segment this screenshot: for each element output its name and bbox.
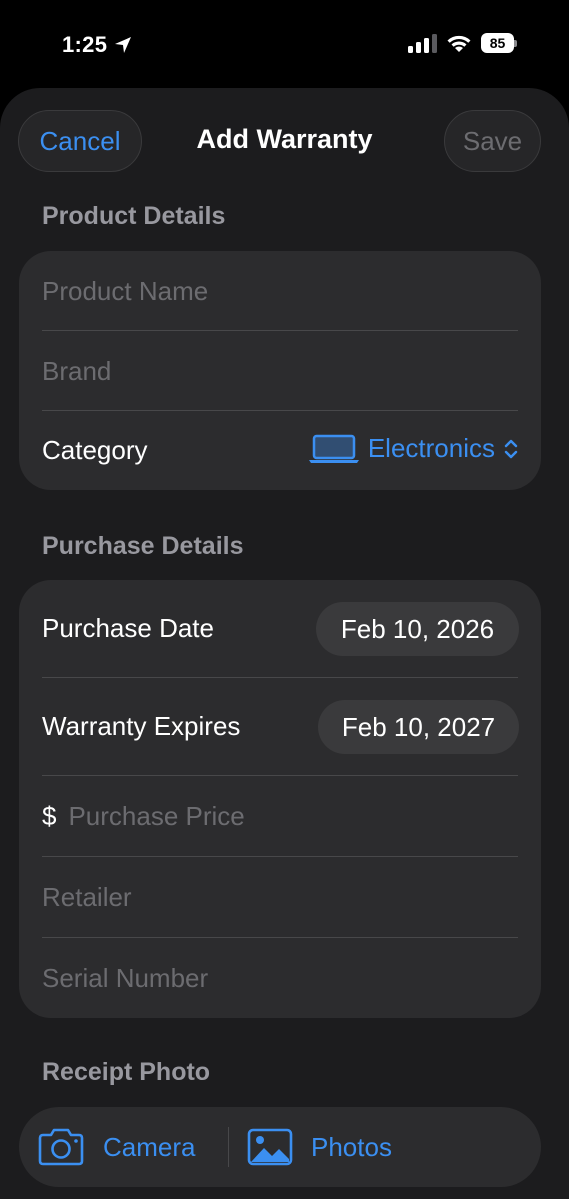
battery-level: 85 [481, 33, 514, 53]
receipt-divider [228, 1127, 229, 1167]
category-value: Electronics [367, 433, 495, 463]
photos-button[interactable]: Photos [247, 1107, 392, 1187]
warranty-expires-picker[interactable]: Feb 10, 2027 [318, 700, 519, 754]
receipt-photo-card: Camera Photos [19, 1107, 541, 1187]
product-name-placeholder: Product Name [42, 275, 209, 306]
time-text: 1:25 [62, 32, 108, 57]
purchase-price-placeholder: Purchase Price [68, 800, 245, 831]
status-time: 1:25 [62, 32, 133, 58]
laptop-icon [308, 434, 359, 463]
camera-label: Camera [103, 1131, 196, 1162]
battery-icon: 85 [481, 33, 517, 53]
retailer-field[interactable]: Retailer [19, 857, 541, 937]
retailer-placeholder: Retailer [42, 881, 132, 912]
serial-number-placeholder: Serial Number [42, 962, 209, 993]
serial-number-field[interactable]: Serial Number [19, 938, 541, 1018]
purchase-date-picker[interactable]: Feb 10, 2026 [316, 602, 519, 656]
purchase-date-label: Purchase Date [42, 613, 214, 643]
purchase-price-field[interactable]: $ Purchase Price [19, 776, 541, 856]
cellular-signal-icon [408, 34, 437, 53]
wifi-icon [447, 35, 471, 52]
category-picker[interactable]: Electronics [308, 433, 519, 464]
warranty-expires-label: Warranty Expires [42, 711, 241, 741]
currency-symbol: $ [42, 800, 57, 831]
status-bar: 1:25 85 [0, 0, 569, 90]
chevron-up-down-icon [504, 439, 518, 458]
navigation-bar: Cancel Add Warranty Save [0, 110, 569, 172]
photo-icon [247, 1128, 293, 1166]
battery-tip [514, 40, 517, 47]
product-details-card: Product Name Brand Category Electronics [19, 251, 541, 490]
brand-placeholder: Brand [42, 355, 112, 386]
product-details-header: Product Details [42, 202, 226, 230]
brand-field[interactable]: Brand [19, 331, 541, 411]
camera-button[interactable]: Camera [37, 1107, 195, 1187]
receipt-photo-header: Receipt Photo [42, 1058, 211, 1086]
camera-icon [38, 1128, 84, 1166]
screen: 1:25 85 Cancel Add Warranty Save Product… [0, 0, 569, 1199]
purchase-details-card: Purchase Date Feb 10, 2026 Warranty Expi… [19, 580, 541, 1018]
save-button[interactable]: Save [444, 110, 541, 172]
product-name-field[interactable]: Product Name [19, 251, 541, 331]
photos-label: Photos [311, 1131, 392, 1162]
status-indicators: 85 [408, 33, 517, 53]
category-label: Category [42, 435, 148, 465]
purchase-details-header: Purchase Details [42, 532, 244, 560]
add-warranty-sheet: Cancel Add Warranty Save Product Details… [0, 88, 569, 1199]
location-arrow-icon [115, 37, 132, 53]
